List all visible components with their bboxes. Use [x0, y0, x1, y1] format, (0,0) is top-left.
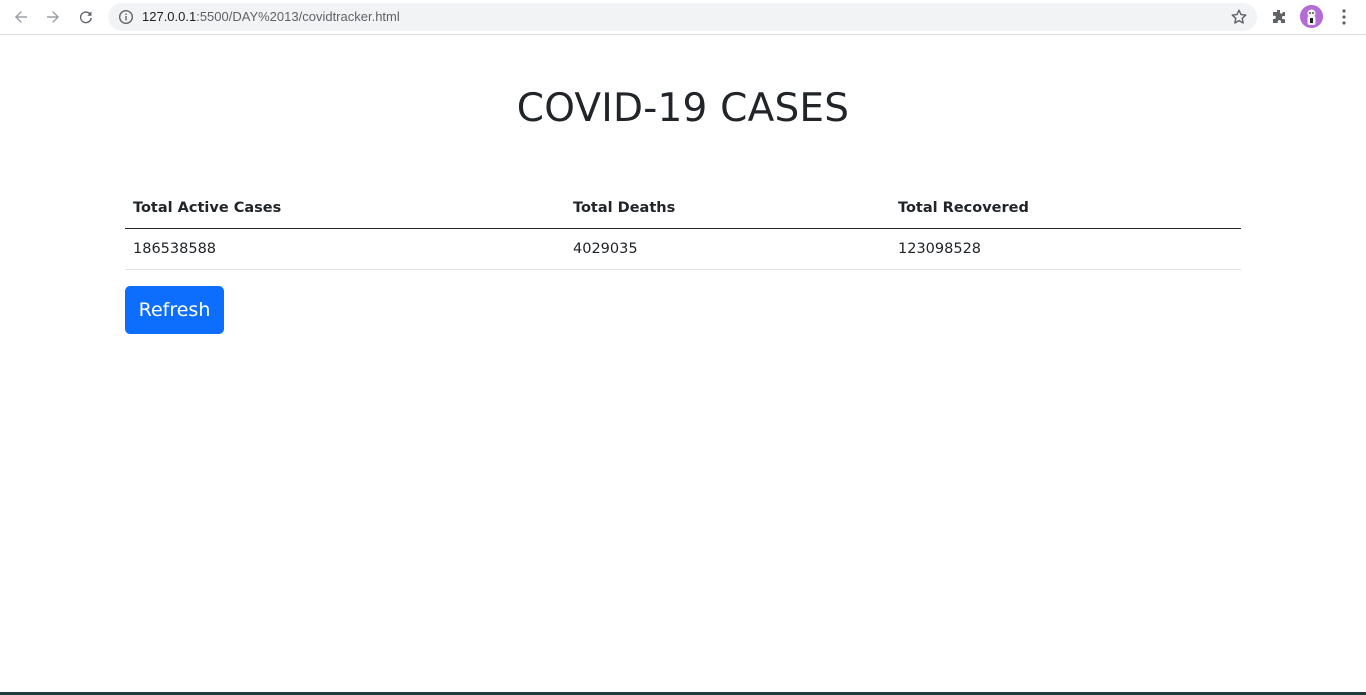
back-button[interactable] — [9, 5, 33, 29]
browser-toolbar: 127.0.0.1:5500/DAY%2013/covidtracker.htm… — [0, 0, 1366, 35]
table-row: 186538588 4029035 123098528 — [125, 228, 1241, 270]
active-cases-value: 186538588 — [125, 228, 565, 270]
page-title: COVID-19 CASES — [516, 86, 850, 131]
header-total-deaths: Total Deaths — [565, 188, 890, 229]
table-header-row: Total Active Cases Total Deaths Total Re… — [125, 188, 1241, 229]
reload-icon — [79, 11, 92, 24]
header-total-recovered: Total Recovered — [890, 188, 1241, 229]
url-path: :5500/DAY%2013/covidtracker.html — [196, 9, 400, 24]
info-icon[interactable] — [118, 9, 134, 25]
refresh-button[interactable]: Refresh — [125, 286, 224, 334]
recovered-value: 123098528 — [890, 228, 1241, 270]
extensions-icon[interactable] — [1270, 8, 1288, 26]
reload-button[interactable] — [74, 5, 98, 29]
back-arrow-icon — [14, 11, 27, 23]
kebab-menu-icon[interactable] — [1336, 8, 1352, 26]
url-host: 127.0.0.1 — [142, 9, 197, 24]
header-total-active-cases: Total Active Cases — [125, 188, 565, 229]
forward-button[interactable] — [41, 5, 65, 29]
forward-arrow-icon — [47, 11, 60, 23]
deaths-value: 4029035 — [565, 228, 890, 270]
url-text[interactable]: 127.0.0.1:5500/DAY%2013/covidtracker.htm… — [142, 9, 400, 25]
address-bar[interactable]: 127.0.0.1:5500/DAY%2013/covidtracker.htm… — [108, 3, 1257, 31]
avatar-icon — [1300, 5, 1323, 28]
profile-avatar[interactable] — [1300, 5, 1323, 28]
cases-table: Total Active Cases Total Deaths Total Re… — [125, 188, 1241, 270]
star-icon[interactable] — [1230, 8, 1248, 26]
